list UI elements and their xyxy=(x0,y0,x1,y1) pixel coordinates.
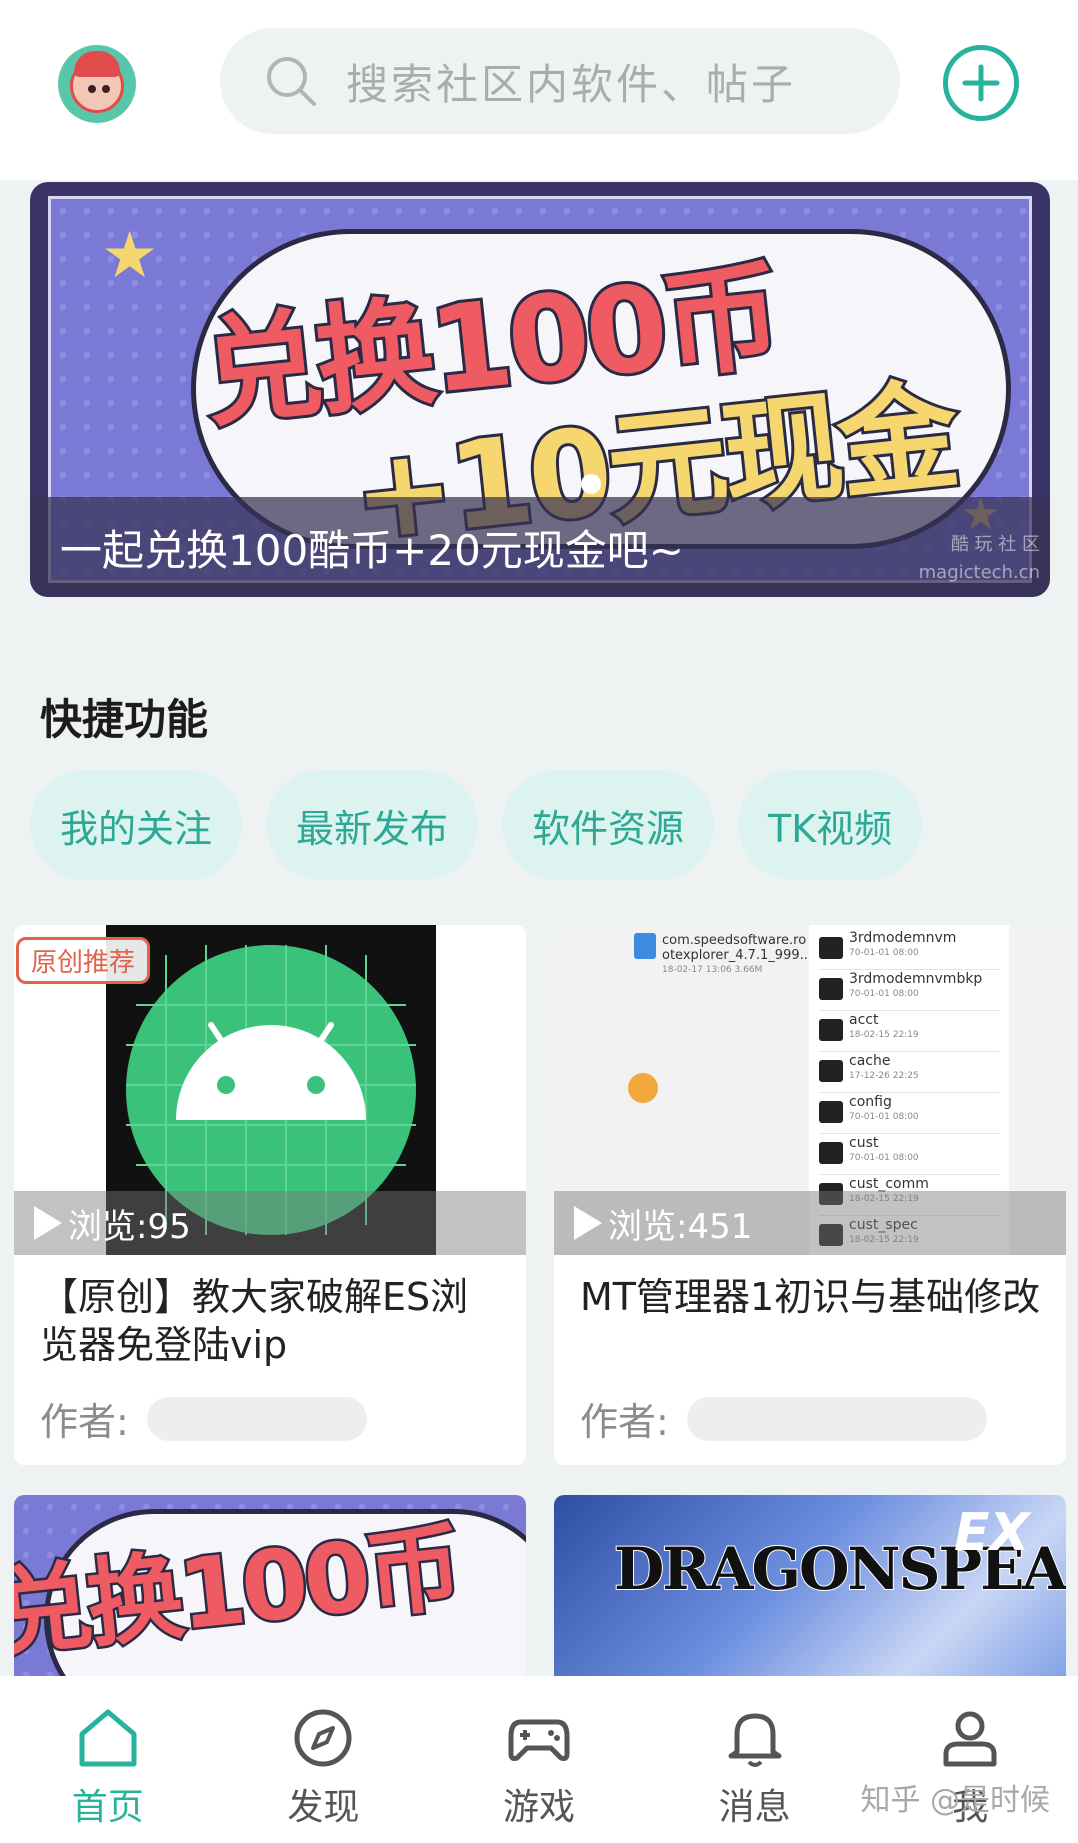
watermark-line-1: 酷 玩 社 区 xyxy=(950,534,1040,555)
post-title[interactable]: 【原创】教大家破解ES浏览器免登陆vip xyxy=(14,1255,526,1377)
top-bar: 搜索社区内软件、帖子 xyxy=(0,0,1078,180)
author-name-blurred xyxy=(146,1396,367,1441)
nav-home-label: 首页 xyxy=(71,1787,144,1828)
file-name: config xyxy=(849,1094,892,1110)
post-thumbnail: com.speedsoftware.ro otexplorer_4.7.1_99… xyxy=(554,925,1066,1255)
user-icon xyxy=(943,1711,997,1767)
chip-following[interactable]: 我的关注 xyxy=(30,770,243,880)
post-thumbnail: 兑换100币 xyxy=(14,1495,526,1685)
post-author: 作者: xyxy=(14,1377,526,1446)
file-name: 3rdmodemnvmbkp xyxy=(849,971,983,987)
folder-icon xyxy=(819,937,843,959)
file-row: acct 18-02-15 22:19 xyxy=(819,1011,999,1052)
search-input[interactable]: 搜索社区内软件、帖子 xyxy=(220,28,900,134)
nav-messages-label: 消息 xyxy=(718,1787,791,1828)
file-date: 70-01-01 08:00 xyxy=(849,989,919,999)
file-name: 3rdmodemnvm xyxy=(849,930,957,946)
post-thumbnail: 原创推荐 浏览:95 xyxy=(14,925,526,1255)
ex-badge: EX xyxy=(954,1503,1030,1563)
add-post-button[interactable] xyxy=(943,45,1019,121)
banner-watermark: 酷 玩 社 区 magictech.cn xyxy=(919,531,1040,587)
chip-tk-video[interactable]: TK视频 xyxy=(738,770,923,880)
nav-games-label: 游戏 xyxy=(502,1787,575,1828)
watermark-line-2: magictech.cn xyxy=(918,562,1040,583)
play-icon xyxy=(574,1206,602,1240)
search-placeholder: 搜索社区内软件、帖子 xyxy=(346,59,797,109)
views-overlay: 浏览:95 xyxy=(14,1191,526,1255)
author-label: 作者: xyxy=(580,1400,669,1444)
nav-messages[interactable]: 消息 xyxy=(647,1676,863,1843)
file-date: 70-01-01 08:00 xyxy=(849,1153,919,1163)
apk-icon xyxy=(634,933,656,959)
file-date: 70-01-01 08:00 xyxy=(849,1112,919,1122)
promo-banner[interactable]: ★ ★ 兑换100币 +10元现金 一起兑换100酷币+20元现金吧~ 酷 玩 … xyxy=(30,182,1050,597)
compass-icon xyxy=(294,1709,352,1767)
nav-discover-label: 发现 xyxy=(287,1787,360,1828)
user-avatar[interactable] xyxy=(58,45,136,123)
home-icon xyxy=(79,1709,137,1767)
file-date: 70-01-01 08:00 xyxy=(849,948,919,958)
nav-discover[interactable]: 发现 xyxy=(216,1676,432,1843)
folder-icon xyxy=(819,978,843,1000)
chip-software[interactable]: 软件资源 xyxy=(502,770,715,880)
avatar-eye-left xyxy=(88,85,96,93)
author-label: 作者: xyxy=(40,1400,129,1444)
zhihu-watermark: 知乎 @是时候 xyxy=(860,1783,1050,1818)
bell-icon xyxy=(728,1713,782,1767)
avatar-eye-right xyxy=(102,85,110,93)
file-row: 3rdmodemnvm 70-01-01 08:00 xyxy=(819,929,999,970)
file-row: 3rdmodemnvmbkp 70-01-01 08:00 xyxy=(819,970,999,1011)
file-date: 17-12-26 22:25 xyxy=(849,1071,919,1081)
post-author: 作者: xyxy=(554,1377,1066,1446)
view-count: 浏览:95 xyxy=(68,1206,191,1247)
post-card[interactable]: DRAGONSPEAR EX xyxy=(554,1495,1066,1685)
quick-functions-row: 我的关注 最新发布 软件资源 TK视频 xyxy=(30,770,923,880)
file-date: 18-02-15 22:19 xyxy=(849,1030,919,1040)
post-card[interactable]: com.speedsoftware.ro otexplorer_4.7.1_99… xyxy=(554,925,1066,1465)
file-row: cust 70-01-01 08:00 xyxy=(819,1134,999,1175)
file-row: cache 17-12-26 22:25 xyxy=(819,1052,999,1093)
folder-icon xyxy=(819,1101,843,1123)
file-header-line-2: otexplorer_4.7.1_999... xyxy=(662,948,813,963)
folder-icon xyxy=(819,1060,843,1082)
nav-home[interactable]: 首页 xyxy=(0,1676,216,1843)
chip-latest[interactable]: 最新发布 xyxy=(266,770,479,880)
post-card[interactable]: 兑换100币 xyxy=(14,1495,526,1685)
edit-fab-icon xyxy=(628,1073,658,1103)
quick-functions-title: 快捷功能 xyxy=(40,695,209,744)
plus-icon xyxy=(962,64,1000,102)
author-name-blurred xyxy=(686,1396,987,1441)
file-header-line-1: com.speedsoftware.ro xyxy=(662,933,807,948)
file-name: acct xyxy=(849,1012,879,1028)
file-header: com.speedsoftware.ro otexplorer_4.7.1_99… xyxy=(662,933,812,978)
post-card[interactable]: 原创推荐 浏览:95 【原创】教大家破解ES浏览器免登陆vip 作者: xyxy=(14,925,526,1465)
post-title[interactable]: MT管理器1初识与基础修改 xyxy=(554,1255,1066,1377)
play-icon xyxy=(34,1206,62,1240)
folder-icon xyxy=(819,1142,843,1164)
file-header-meta: 18-02-17 13:06 3.66M xyxy=(662,965,763,975)
avatar-hat xyxy=(74,51,120,77)
banner-caption-bar: 一起兑换100酷币+20元现金吧~ xyxy=(30,497,1050,597)
search-icon xyxy=(267,57,316,106)
views-overlay: 浏览:451 xyxy=(554,1191,1066,1255)
carousel-indicator xyxy=(581,474,601,494)
star-icon: ★ xyxy=(101,219,159,293)
post-thumbnail: DRAGONSPEAR EX xyxy=(554,1495,1066,1685)
folder-icon xyxy=(819,1019,843,1041)
gamepad-icon xyxy=(508,1719,570,1761)
banner-caption: 一起兑换100酷币+20元现金吧~ xyxy=(60,525,684,575)
file-name: cust xyxy=(849,1135,879,1151)
original-recommend-badge: 原创推荐 xyxy=(16,937,151,984)
file-name: cache xyxy=(849,1053,891,1069)
view-count: 浏览:451 xyxy=(608,1206,753,1247)
file-row: config 70-01-01 08:00 xyxy=(819,1093,999,1134)
nav-games[interactable]: 游戏 xyxy=(431,1676,647,1843)
